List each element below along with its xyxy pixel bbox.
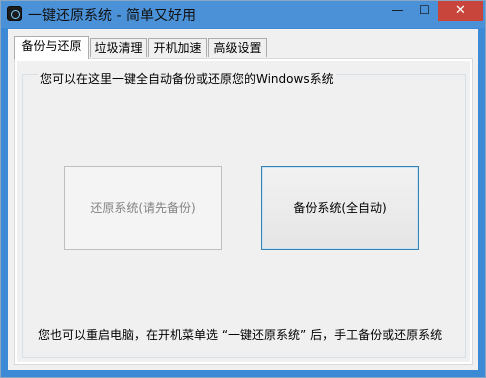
window-title: 一键还原系统 - 简单又好用 [28,8,196,24]
maximize-button[interactable]: ☐ [411,1,438,21]
tab-backup-restore[interactable]: 备份与还原 [14,36,89,59]
minimize-button[interactable]: — [384,1,411,21]
tab-boot-speedup[interactable]: 开机加速 [148,38,207,57]
restore-system-button[interactable]: 还原系统(请先备份) [64,166,222,250]
groupbox-label: 您可以在这里一键全自动备份或还原您的Windows系统 [38,70,336,87]
backup-system-button[interactable]: 备份系统(全自动) [261,166,419,250]
tab-junk-cleanup[interactable]: 垃圾清理 [90,38,147,57]
footer-note: 您也可以重启电脑，在开机菜单选 “一键还原系统” 后，手工备份或还原系统 [38,328,443,342]
title-bar[interactable]: 一键还原系统 - 简单又好用 — ☐ ✕ [1,1,485,28]
client-area: 备份与还原 垃圾清理 开机加速 高级设置 您可以在这里一键全自动备份或还原您的W… [8,29,478,370]
tab-advanced-settings[interactable]: 高级设置 [208,38,267,57]
close-button[interactable]: ✕ [438,1,483,21]
app-icon [7,6,22,21]
main-window: 一键还原系统 - 简单又好用 — ☐ ✕ 备份与还原 垃圾清理 开机加速 高级设… [0,0,486,378]
